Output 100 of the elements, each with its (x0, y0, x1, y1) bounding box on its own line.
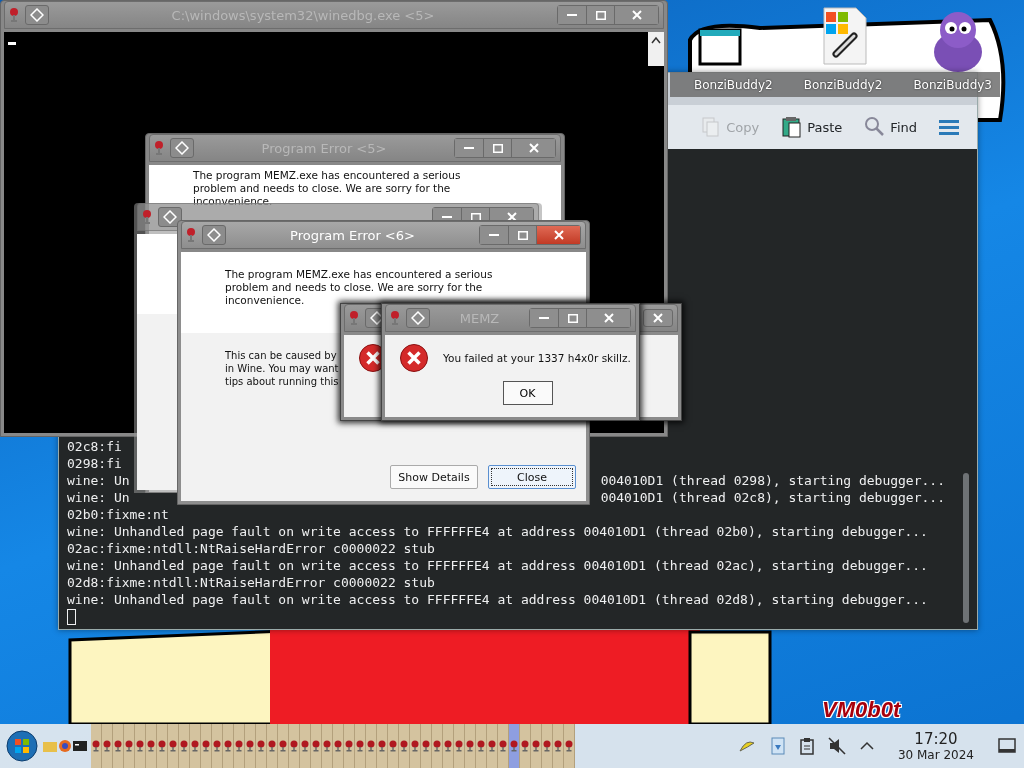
taskbar-button[interactable] (531, 724, 542, 768)
taskbar-button[interactable] (366, 724, 377, 768)
minimize-button[interactable] (480, 226, 508, 244)
wine-glass-icon (202, 740, 210, 752)
dialog-button[interactable]: Close (488, 465, 576, 489)
taskbar-button[interactable] (278, 724, 289, 768)
close-button[interactable] (586, 309, 630, 327)
dialog-button[interactable]: Show Details (390, 465, 478, 489)
taskbar-button[interactable] (289, 724, 300, 768)
scrollbar[interactable] (648, 32, 664, 66)
taskbar-button[interactable] (476, 724, 487, 768)
clipboard-icon[interactable] (799, 737, 814, 755)
diamond-icon (175, 141, 189, 155)
taskbar-button[interactable] (234, 724, 245, 768)
wine-glass-icon (246, 740, 254, 752)
wine-glass-icon (114, 740, 122, 752)
taskbar-button[interactable] (388, 724, 399, 768)
taskbar-button[interactable] (190, 724, 201, 768)
taskbar-button[interactable] (344, 724, 355, 768)
error-message: You failed at your 1337 h4x0r skillz. (443, 352, 631, 364)
taskbar-button[interactable] (256, 724, 267, 768)
window-menu-button[interactable] (202, 225, 226, 245)
close-button[interactable] (643, 309, 673, 327)
close-button[interactable] (536, 226, 580, 244)
taskbar-button[interactable] (542, 724, 553, 768)
terminal-text: 02ac:fixme:ntdll:NtRaiseHardError c0000022 stub (67, 540, 435, 557)
wine-glass-icon (345, 740, 353, 752)
minimize-button[interactable] (455, 139, 483, 157)
taskbar-button[interactable] (300, 724, 311, 768)
wine-glass-icon (334, 740, 342, 752)
taskbar-button[interactable] (410, 724, 421, 768)
maximize-button[interactable] (558, 309, 586, 327)
wine-glass-icon (455, 740, 463, 752)
taskbar-button[interactable] (245, 724, 256, 768)
taskbar-button[interactable] (355, 724, 366, 768)
taskbar-button[interactable] (443, 724, 454, 768)
taskbar-button[interactable] (124, 724, 135, 768)
taskbar-button[interactable] (223, 724, 234, 768)
taskbar-button[interactable] (157, 724, 168, 768)
show-desktop-icon[interactable] (998, 738, 1016, 754)
taskbar-button[interactable] (465, 724, 476, 768)
wine-glass-icon (268, 740, 276, 752)
taskbar-button[interactable] (377, 724, 388, 768)
taskbar-button[interactable] (487, 724, 498, 768)
taskbar-button[interactable] (311, 724, 322, 768)
start-button[interactable] (5, 729, 39, 763)
diamond-icon (163, 210, 177, 224)
details-text: This can be caused by (225, 349, 337, 362)
browser-icon[interactable] (58, 739, 72, 753)
terminal-icon[interactable] (73, 740, 87, 752)
taskbar-button[interactable] (322, 724, 333, 768)
update-icon[interactable] (769, 737, 786, 755)
window-menu-button[interactable] (25, 5, 49, 25)
toolbar-button[interactable]: Paste (779, 114, 845, 140)
taskbar-button[interactable] (146, 724, 157, 768)
taskbar-button[interactable] (454, 724, 465, 768)
minimize-button[interactable] (558, 6, 586, 24)
taskbar-button[interactable] (102, 724, 113, 768)
maximize-icon (567, 313, 578, 323)
maximize-button[interactable] (508, 226, 536, 244)
close-icon (506, 212, 517, 222)
taskbar-button[interactable] (498, 724, 509, 768)
taskbar-button[interactable] (520, 724, 531, 768)
window-menu-button[interactable] (158, 207, 182, 227)
taskbar-button[interactable] (201, 724, 212, 768)
muted-speaker-icon[interactable] (827, 737, 846, 755)
text-cursor (67, 609, 76, 625)
wine-glass-icon (142, 209, 152, 225)
maximize-button[interactable] (586, 6, 614, 24)
window-menu-button[interactable] (170, 138, 194, 158)
wine-glass-icon (510, 740, 518, 752)
taskbar-button[interactable] (564, 724, 575, 768)
taskbar-button[interactable] (267, 724, 278, 768)
minimize-button[interactable] (530, 309, 558, 327)
scrollbar[interactable] (963, 473, 969, 623)
close-button[interactable] (614, 6, 658, 24)
window-menu-button[interactable] (406, 308, 430, 328)
taskbar-button[interactable] (212, 724, 223, 768)
ok-button[interactable]: OK (502, 381, 553, 405)
window-title: BonziBuddy2 (694, 77, 773, 92)
taskbar-button[interactable] (135, 724, 146, 768)
taskbar-button[interactable] (421, 724, 432, 768)
copy-icon (700, 116, 721, 138)
taskbar-button[interactable] (509, 724, 520, 768)
taskbar-button[interactable] (333, 724, 344, 768)
maximize-button[interactable] (483, 139, 511, 157)
taskbar-button[interactable] (553, 724, 564, 768)
diamond-icon (370, 311, 384, 325)
wine-glass-icon (400, 740, 408, 752)
taskbar-button[interactable] (179, 724, 190, 768)
taskbar-button[interactable] (432, 724, 443, 768)
taskbar-button[interactable] (113, 724, 124, 768)
wine-glass-icon (279, 740, 287, 752)
taskbar-button[interactable] (399, 724, 410, 768)
chevron-up-icon[interactable] (859, 741, 874, 751)
close-button[interactable] (511, 139, 555, 157)
toolbar-button[interactable]: Find (862, 114, 919, 140)
taskbar-button[interactable] (91, 724, 102, 768)
taskbar-button[interactable] (168, 724, 179, 768)
menu-button[interactable] (937, 117, 961, 137)
